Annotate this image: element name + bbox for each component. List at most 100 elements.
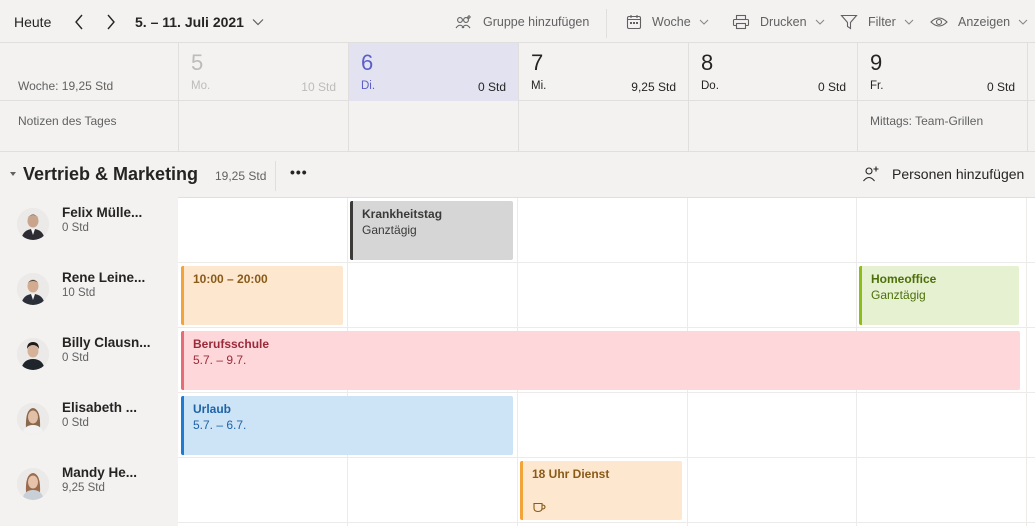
- weekday-label: Di.: [361, 80, 376, 92]
- date-range-picker[interactable]: 5. – 11. Juli 2021: [135, 0, 244, 43]
- coffee-cup-icon: [533, 502, 546, 513]
- person-hours: 0 Std: [62, 222, 89, 234]
- shift-subtitle: Ganztägig: [871, 288, 926, 302]
- day-number: 6: [361, 50, 374, 75]
- day-hours: 9,25 Std: [631, 80, 676, 94]
- shift-homeoffice[interactable]: Homeoffice Ganztägig: [859, 266, 1019, 325]
- display-dropdown[interactable]: Anzeigen: [930, 0, 1035, 43]
- chevron-down-icon: [815, 19, 824, 25]
- today-button[interactable]: Heute: [14, 0, 51, 43]
- person-row[interactable]: Felix Mülle... 0 Std: [0, 197, 178, 262]
- day-note-overflow: [1027, 101, 1035, 152]
- person-photo-icon: [17, 273, 49, 305]
- group-header: Vertrieb & Marketing 19,25 Std ••• Perso…: [0, 152, 1035, 197]
- more-options-button[interactable]: •••: [290, 164, 308, 180]
- person-name: Elisabeth ...: [62, 400, 138, 415]
- person-row[interactable]: Billy Clausn... 0 Std: [0, 327, 178, 392]
- day-header-monday[interactable]: 5 Mo. 10 Std: [178, 43, 348, 101]
- shift-vocational-school[interactable]: Berufsschule 5.7. – 9.7.: [181, 331, 1020, 390]
- day-header-tuesday[interactable]: 6 Di. 0 Std: [348, 43, 518, 101]
- add-people-button[interactable]: Personen hinzufügen: [862, 165, 1024, 183]
- person-name: Mandy He...: [62, 465, 138, 480]
- chevron-right-icon: [107, 14, 115, 29]
- avatar: [17, 338, 49, 370]
- day-notes-row: Notizen des Tages Mittags: Team-Grillen: [0, 101, 1035, 152]
- person-hours: 0 Std: [62, 352, 89, 364]
- shift-vacation[interactable]: Urlaub 5.7. – 6.7.: [181, 396, 513, 455]
- person-row[interactable]: Mandy He... 9,25 Std: [0, 457, 178, 522]
- day-notes-label: Notizen des Tages: [18, 114, 117, 128]
- person-hours: 10 Std: [62, 287, 96, 299]
- day-hours: 10 Std: [301, 80, 336, 94]
- group-hours: 19,25 Std: [215, 169, 267, 183]
- avatar: [17, 208, 49, 240]
- view-dropdown[interactable]: Woche: [626, 0, 719, 43]
- chevron-down-icon: [252, 18, 264, 25]
- person-photo-icon: [17, 468, 49, 500]
- weekday-label: Do.: [701, 80, 719, 92]
- person-name: Rene Leine...: [62, 270, 146, 285]
- chevron-down-icon: [699, 19, 709, 25]
- person-hours: 0 Std: [62, 417, 89, 429]
- day-header-thursday[interactable]: 8 Do. 0 Std: [688, 43, 858, 101]
- collapse-caret-icon[interactable]: [10, 172, 16, 176]
- day-header-wednesday[interactable]: 7 Mi. 9,25 Std: [518, 43, 688, 101]
- day-note-wednesday[interactable]: [518, 101, 688, 152]
- weekday-label: Mo.: [191, 80, 211, 92]
- day-note-tuesday[interactable]: [348, 101, 518, 152]
- view-label: Woche: [652, 14, 691, 29]
- day-hours: 0 Std: [986, 80, 1015, 94]
- filter-dropdown[interactable]: Filter: [840, 0, 924, 43]
- shift-evening-duty[interactable]: 18 Uhr Dienst: [520, 461, 682, 520]
- person-row[interactable]: Elisabeth ... 0 Std: [0, 392, 178, 457]
- day-header-row: Woche: 19,25 Std 5 Mo. 10 Std 6 Di. 0 St…: [0, 43, 1035, 101]
- next-week-button[interactable]: [102, 0, 120, 43]
- shift-time-block[interactable]: 10:00 – 20:00: [181, 266, 343, 325]
- week-summary: Woche: 19,25 Std: [18, 79, 114, 93]
- shift-subtitle: 5.7. – 9.7.: [193, 353, 247, 367]
- day-note-text: Mittags: Team-Grillen: [870, 114, 984, 128]
- person-photo-icon: [17, 403, 49, 435]
- add-group-label: Gruppe hinzufügen: [483, 14, 590, 29]
- person-photo-icon: [17, 208, 49, 240]
- day-header-overflow: [1027, 43, 1035, 101]
- shift-title: 18 Uhr Dienst: [532, 467, 610, 481]
- person-hours: 9,25 Std: [62, 482, 105, 494]
- day-note-friday[interactable]: Mittags: Team-Grillen: [857, 101, 1027, 152]
- filter-icon: [840, 14, 858, 30]
- schedule-grid: Krankheitstag Ganztägig 10:00 – 20:00 Ho…: [178, 197, 1035, 526]
- shift-title: Berufsschule: [193, 337, 270, 351]
- add-group-icon: [455, 14, 471, 28]
- toolbar-divider: [606, 9, 607, 38]
- day-number: 5: [191, 50, 204, 75]
- day-header-friday[interactable]: 9 Fr. 0 Std: [857, 43, 1027, 101]
- weekday-label: Fr.: [870, 80, 884, 92]
- day-number: 7: [531, 50, 544, 75]
- person-row[interactable]: Rene Leine... 10 Std: [0, 262, 178, 327]
- group-title[interactable]: Vertrieb & Marketing: [23, 164, 198, 185]
- date-range-dropdown[interactable]: [252, 0, 264, 43]
- person-name: Billy Clausn...: [62, 335, 151, 350]
- previous-week-button[interactable]: [70, 0, 88, 43]
- weekday-label: Mi.: [531, 80, 547, 92]
- avatar: [17, 468, 49, 500]
- add-people-label: Personen hinzufügen: [892, 166, 1025, 182]
- add-group-button[interactable]: Gruppe hinzufügen: [455, 0, 589, 43]
- shift-title: Krankheitstag: [362, 207, 443, 221]
- avatar: [17, 403, 49, 435]
- day-note-thursday[interactable]: [688, 101, 858, 152]
- shift-title: Urlaub: [193, 402, 232, 416]
- person-name: Felix Mülle...: [62, 205, 143, 220]
- person-photo-icon: [17, 338, 49, 370]
- filter-label: Filter: [868, 14, 896, 29]
- print-dropdown[interactable]: Drucken: [732, 0, 835, 43]
- grid-row-divider: [178, 522, 1035, 523]
- display-label: Anzeigen: [958, 14, 1011, 29]
- avatar: [17, 273, 49, 305]
- printer-icon: [732, 14, 750, 29]
- shift-sick-day[interactable]: Krankheitstag Ganztägig: [350, 201, 513, 260]
- chevron-down-icon: [1018, 19, 1028, 25]
- day-note-monday[interactable]: [178, 101, 348, 152]
- print-label: Drucken: [760, 14, 807, 29]
- calendar-icon: [626, 14, 642, 29]
